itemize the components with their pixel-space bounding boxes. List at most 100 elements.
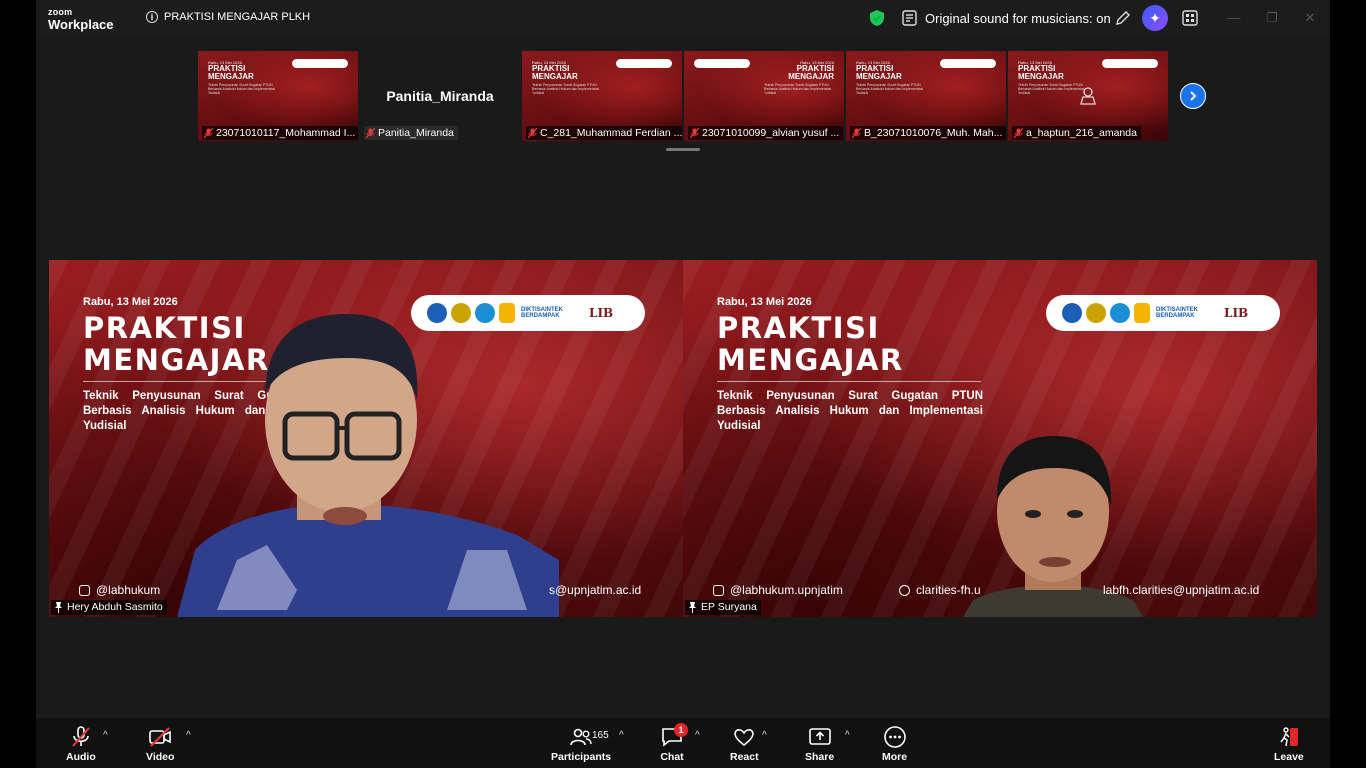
participant-thumbnail[interactable]: Rabu, 13 Mei 2026 PRAKTISI MENGAJAR Tekni… [522, 51, 682, 141]
leave-icon [1280, 727, 1298, 747]
logo-lib: LIB [1224, 306, 1249, 320]
original-sound-button[interactable]: Original sound for musicians: on [902, 7, 1111, 29]
thumb-slide-title: PRAKTISI MENGAJAR [208, 64, 254, 81]
slide-subtitle: Teknik Penyusunan Surat Gugatan PTUN Ber… [717, 390, 983, 432]
thumb-logo-bar [292, 59, 348, 68]
ai-companion-button[interactable]: ✦ [1142, 5, 1168, 31]
brand-large: Workplace [48, 17, 114, 32]
meeting-info[interactable]: i PRAKTISI MENGAJAR PLKH [146, 11, 310, 23]
more-button[interactable]: More [882, 725, 907, 763]
slide-footer-website: clarities-fh.u [899, 583, 981, 597]
participant-thumbnail[interactable]: Panitia_Miranda Panitia_Miranda [360, 51, 520, 141]
slide-footer-email: s@upnjatim.ac.id [549, 583, 641, 597]
react-label: React [730, 751, 759, 763]
participant-name: a_haptun_216_amanda [1026, 127, 1137, 139]
close-icon[interactable]: ✕ [1302, 10, 1318, 26]
info-icon[interactable]: i [146, 11, 158, 23]
thumb-slide-title: PRAKTISI MENGAJAR [1018, 64, 1064, 81]
globe-icon [899, 584, 910, 596]
participant-name: 23071010117_Mohammad I... [216, 127, 356, 139]
logo-upn [1086, 303, 1106, 323]
participant-name: Panitia_Miranda [378, 127, 454, 139]
video-options-caret-icon[interactable]: ^ [186, 730, 191, 741]
participant-display-name: Panitia_Miranda [386, 88, 494, 104]
participant-thumbnail[interactable]: Rabu, 13 Mei 2026 PRAKTISI MENGAJAR Tekni… [198, 51, 358, 141]
email-address: labfh.clarities@upnjatim.ac.id [1103, 583, 1260, 597]
thumb-slide-title: PRAKTISI MENGAJAR [856, 64, 902, 81]
participants-icon [570, 728, 592, 746]
slide-date: Rabu, 13 Mei 2026 [717, 296, 812, 308]
apps-icon[interactable] [1182, 10, 1198, 26]
speaker-name-tag: Hery Abduh Sasmito [51, 600, 167, 615]
participant-name-tag: a_haptun_216_amanda [1012, 126, 1141, 140]
audio-options-caret-icon[interactable]: ^ [103, 730, 108, 741]
speaker-name: EP Suryana [701, 601, 757, 613]
share-screen-icon [808, 728, 831, 745]
zoom-app: zoom Workplace i PRAKTISI MENGAJAR PLKH … [0, 0, 1366, 768]
audio-label: Audio [66, 751, 96, 763]
share-label: Share [805, 751, 835, 763]
react-options-caret-icon[interactable]: ^ [762, 730, 767, 741]
speaker-name-tag: EP Suryana [685, 600, 761, 615]
participant-name-tag: B_23071010076_Muh. Mah... [850, 126, 1006, 140]
pin-icon [55, 602, 62, 613]
logo-text: DIKTISAINTEK BERDAMPAK [1156, 307, 1198, 319]
mic-off-icon [528, 127, 537, 138]
speaker-video [177, 314, 559, 617]
original-sound-label: Original sound for musicians: on [925, 10, 1111, 26]
thumb-slide-title: PRAKTISI MENGAJAR [788, 64, 834, 81]
partner-logos: DIKTISAINTEK BERDAMPAK LIB [1046, 295, 1280, 331]
pin-icon [689, 602, 696, 613]
thumb-logo-bar [940, 59, 996, 68]
share-options-caret-icon[interactable]: ^ [845, 730, 850, 741]
meeting-toolbar: Audio ^ Video ^ Participants 165 ^ Chat … [36, 718, 1330, 768]
speaker-video-tile[interactable]: Rabu, 13 Mei 2026 PRAKTISI MENGAJAR Tekni… [49, 260, 683, 617]
minimize-icon[interactable]: — [1226, 10, 1242, 26]
mic-off-icon [852, 127, 861, 138]
instagram-icon [79, 584, 90, 596]
strip-resize-handle[interactable] [666, 148, 700, 151]
leave-button[interactable]: Leave [1274, 725, 1304, 763]
video-button[interactable]: Video [146, 725, 174, 763]
next-page-button[interactable] [1180, 83, 1206, 109]
chat-label: Chat [660, 751, 684, 763]
speaker-name: Hery Abduh Sasmito [67, 601, 163, 613]
chat-options-caret-icon[interactable]: ^ [695, 730, 700, 741]
zoom-logo: zoom Workplace [48, 7, 114, 32]
thumb-slide-subtitle: Teknik Penyusunan Surat Gugatan PTUN Ber… [764, 83, 832, 95]
react-button[interactable]: React [730, 725, 759, 763]
shield-icon[interactable] [870, 10, 884, 26]
audio-settings-icon [902, 10, 917, 26]
restore-icon[interactable]: ❐ [1264, 10, 1280, 26]
slide-date: Rabu, 13 Mei 2026 [83, 296, 178, 308]
audio-button[interactable]: Audio [66, 725, 96, 763]
participant-thumbnail[interactable]: Rabu, 13 Mei 2026 PRAKTISI MENGAJAR Tekni… [684, 51, 844, 141]
mic-muted-icon [72, 726, 90, 747]
thumb-logo-bar [1102, 59, 1158, 68]
brand-small: zoom [48, 7, 73, 17]
logo-diktisaintek [1134, 303, 1150, 323]
mic-off-icon [366, 127, 375, 138]
participant-name: 23071010099_alvian yusuf ... [702, 127, 840, 139]
logo-kemdikti [1062, 303, 1082, 323]
slide-footer-instagram: @labhukum.upnjatim [713, 583, 843, 597]
instagram-handle: @labhukum.upnjatim [730, 583, 843, 597]
pen-icon[interactable] [1114, 9, 1132, 27]
thumb-logo-bar [616, 59, 672, 68]
speaker-video-tile[interactable]: Rabu, 13 Mei 2026 PRAKTISI MENGAJAR Tekni… [683, 260, 1317, 617]
chevron-right-icon [1190, 91, 1197, 101]
share-button[interactable]: Share [805, 725, 834, 763]
slide-divider [717, 381, 981, 382]
participant-name-tag: 23071010117_Mohammad I... [202, 126, 358, 140]
participants-options-caret-icon[interactable]: ^ [619, 730, 624, 741]
participants-count: 165 [592, 730, 609, 741]
thumb-slide-subtitle: Teknik Penyusunan Surat Gugatan PTUN Ber… [856, 83, 924, 95]
meeting-window: zoom Workplace i PRAKTISI MENGAJAR PLKH … [36, 0, 1330, 768]
meeting-title: PRAKTISI MENGAJAR PLKH [164, 11, 311, 23]
participant-thumbnail[interactable]: Rabu, 13 Mei 2026 PRAKTISI MENGAJAR Tekni… [846, 51, 1006, 141]
instagram-handle: @labhukum [96, 583, 161, 597]
chat-unread-badge: 1 [674, 723, 688, 737]
participant-thumbnail[interactable]: Rabu, 13 Mei 2026 PRAKTISI MENGAJAR Tekni… [1008, 51, 1168, 141]
website-url: clarities-fh.u [916, 583, 981, 597]
participant-name-tag: C_281_Muhammad Ferdian ... [526, 126, 682, 140]
